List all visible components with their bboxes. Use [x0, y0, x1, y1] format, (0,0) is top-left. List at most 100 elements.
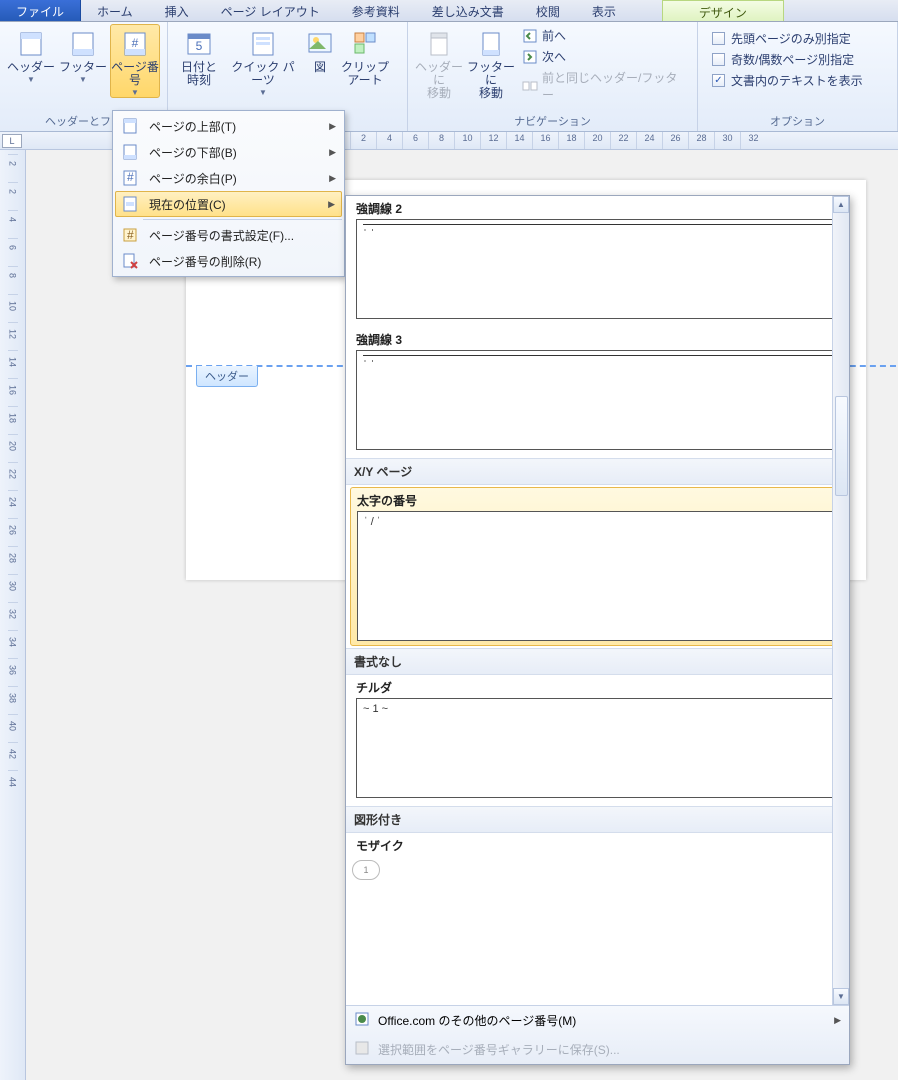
ruler-tick: 38: [8, 686, 18, 712]
vertical-ruler[interactable]: 2246810121416182022242628303234363840424…: [0, 150, 26, 1080]
ruler-tick: 12: [480, 132, 506, 150]
next-button[interactable]: 次へ: [518, 47, 688, 66]
tab-design[interactable]: デザイン: [662, 0, 784, 21]
gallery-preview: ˈ ˈ: [356, 350, 839, 450]
menu-page-bottom[interactable]: ページの下部(B)▶: [115, 139, 342, 165]
clip-art-icon: [349, 27, 381, 59]
ruler-tick: 8: [428, 132, 454, 150]
clip-art-button[interactable]: クリップアート: [340, 24, 390, 98]
ruler-tick: 8: [8, 266, 18, 292]
tab-review[interactable]: 校閲: [520, 0, 576, 21]
ruler-tick: 6: [8, 238, 18, 264]
page-number-gallery: 強調線 2 ˈ ˈ 強調線 3 ˈ ˈ X/Y ページ 太字の番号 ˈ / ˈ …: [345, 195, 850, 1065]
checkbox-icon: [712, 32, 725, 45]
svg-text:#: #: [127, 170, 134, 184]
current-position-icon: [121, 195, 139, 213]
ruler-tick: 26: [662, 132, 688, 150]
checkbox-checked-icon: ✓: [712, 74, 725, 87]
menu-remove-page-numbers[interactable]: ページ番号の削除(R): [115, 248, 342, 274]
scroll-up-button[interactable]: ▲: [833, 196, 849, 213]
picture-icon: [304, 27, 336, 59]
ruler-tick: 44: [8, 770, 18, 796]
menu-current-position[interactable]: 現在の位置(C)▶: [115, 191, 342, 217]
ruler-tick: 20: [8, 434, 18, 460]
picture-button[interactable]: 図: [302, 24, 338, 98]
gallery-category-xy: X/Y ページ: [346, 458, 849, 485]
page-bottom-icon: [121, 143, 139, 161]
ruler-tick: 18: [558, 132, 584, 150]
scroll-down-button[interactable]: ▼: [833, 988, 849, 1005]
ruler-tick: 34: [8, 630, 18, 656]
ruler-tick: 36: [8, 658, 18, 684]
gallery-item-tilde[interactable]: チルダ ~ 1 ~: [346, 675, 849, 798]
gallery-save-selection: 選択範囲をページ番号ギャラリーに保存(S)...: [346, 1035, 849, 1064]
next-icon: [522, 49, 538, 65]
ruler-tick: 2: [8, 182, 18, 208]
tab-view[interactable]: 表示: [576, 0, 632, 21]
menu-separator: [143, 219, 342, 220]
header-button[interactable]: ヘッダー▼: [6, 24, 56, 98]
quick-parts-button[interactable]: クイック パーツ▼: [226, 24, 300, 98]
gallery-item-accent-line-2[interactable]: 強調線 2 ˈ ˈ: [346, 196, 849, 319]
ruler-tick: 2: [8, 154, 18, 180]
date-time-button[interactable]: 5 日付と時刻: [174, 24, 224, 98]
submenu-arrow-icon: ▶: [329, 121, 336, 132]
tab-selector[interactable]: L: [2, 134, 22, 148]
scroll-thumb[interactable]: [835, 396, 848, 496]
gallery-preview: ˈ / ˈ: [357, 511, 838, 641]
tab-references[interactable]: 参考資料: [336, 0, 416, 21]
tab-insert[interactable]: 挿入: [149, 0, 205, 21]
svg-text:#: #: [132, 36, 139, 50]
goto-header-icon: [423, 27, 455, 59]
previous-button[interactable]: 前へ: [518, 26, 688, 45]
ruler-tick: 22: [8, 462, 18, 488]
page-number-icon: #: [119, 27, 151, 59]
ruler-tick: 16: [8, 378, 18, 404]
gallery-preview: ~ 1 ~: [356, 698, 839, 798]
opt-show-text[interactable]: ✓文書内のテキストを表示: [712, 72, 883, 89]
opt-odd-even[interactable]: 奇数/偶数ページ別指定: [712, 51, 883, 68]
footer-button[interactable]: フッター▼: [58, 24, 108, 98]
gallery-item-bold-number[interactable]: 太字の番号 ˈ / ˈ: [350, 487, 845, 646]
gallery-category-shapes: 図形付き: [346, 806, 849, 833]
tab-bar: ファイル ホーム 挿入 ページ レイアウト 参考資料 差し込み文書 校閲 表示 …: [0, 0, 898, 22]
gallery-more-office[interactable]: Office.com のその他のページ番号(M)▶: [346, 1006, 849, 1035]
ruler-tick: 14: [506, 132, 532, 150]
ruler-tick: 24: [8, 490, 18, 516]
previous-icon: [522, 28, 538, 44]
group-options-label: オプション: [704, 111, 891, 131]
ruler-tick: 42: [8, 742, 18, 768]
footer-icon: [67, 27, 99, 59]
menu-page-margins[interactable]: #ページの余白(P)▶: [115, 165, 342, 191]
page-number-button[interactable]: # ページ番号▼: [110, 24, 160, 98]
gallery-preview: ˈ ˈ: [356, 219, 839, 319]
quick-parts-icon: [247, 27, 279, 59]
gallery-scrollbar[interactable]: ▲ ▼: [832, 196, 849, 1005]
tab-file[interactable]: ファイル: [0, 0, 81, 21]
ruler-tick: 24: [636, 132, 662, 150]
menu-format-page-numbers[interactable]: #ページ番号の書式設定(F)...: [115, 222, 342, 248]
page-number-menu: ページの上部(T)▶ ページの下部(B)▶ #ページの余白(P)▶ 現在の位置(…: [112, 110, 345, 277]
opt-first-page[interactable]: 先頭ページのみ別指定: [712, 30, 883, 47]
gallery-item-mosaic[interactable]: モザイク 1: [346, 833, 849, 880]
ruler-tick: 32: [8, 602, 18, 628]
page-margins-icon: #: [121, 169, 139, 187]
tab-page-layout[interactable]: ページ レイアウト: [205, 0, 336, 21]
header-tag: ヘッダー: [196, 366, 258, 387]
goto-footer-button[interactable]: フッターに移動: [466, 24, 516, 104]
tab-home[interactable]: ホーム: [81, 0, 149, 21]
gallery-item-accent-line-3[interactable]: 強調線 3 ˈ ˈ: [346, 327, 849, 450]
ruler-tick: 20: [584, 132, 610, 150]
page-top-icon: [121, 117, 139, 135]
ruler-tick: 6: [402, 132, 428, 150]
link-icon: [522, 78, 538, 94]
link-previous-button: 前と同じヘッダー/フッター: [518, 68, 688, 104]
svg-text:5: 5: [196, 39, 203, 53]
ruler-tick: 10: [8, 294, 18, 320]
ruler-tick: 30: [8, 574, 18, 600]
submenu-arrow-icon: ▶: [329, 173, 336, 184]
tab-mailings[interactable]: 差し込み文書: [416, 0, 520, 21]
menu-page-top[interactable]: ページの上部(T)▶: [115, 113, 342, 139]
ruler-tick: 26: [8, 518, 18, 544]
calendar-icon: 5: [183, 27, 215, 59]
